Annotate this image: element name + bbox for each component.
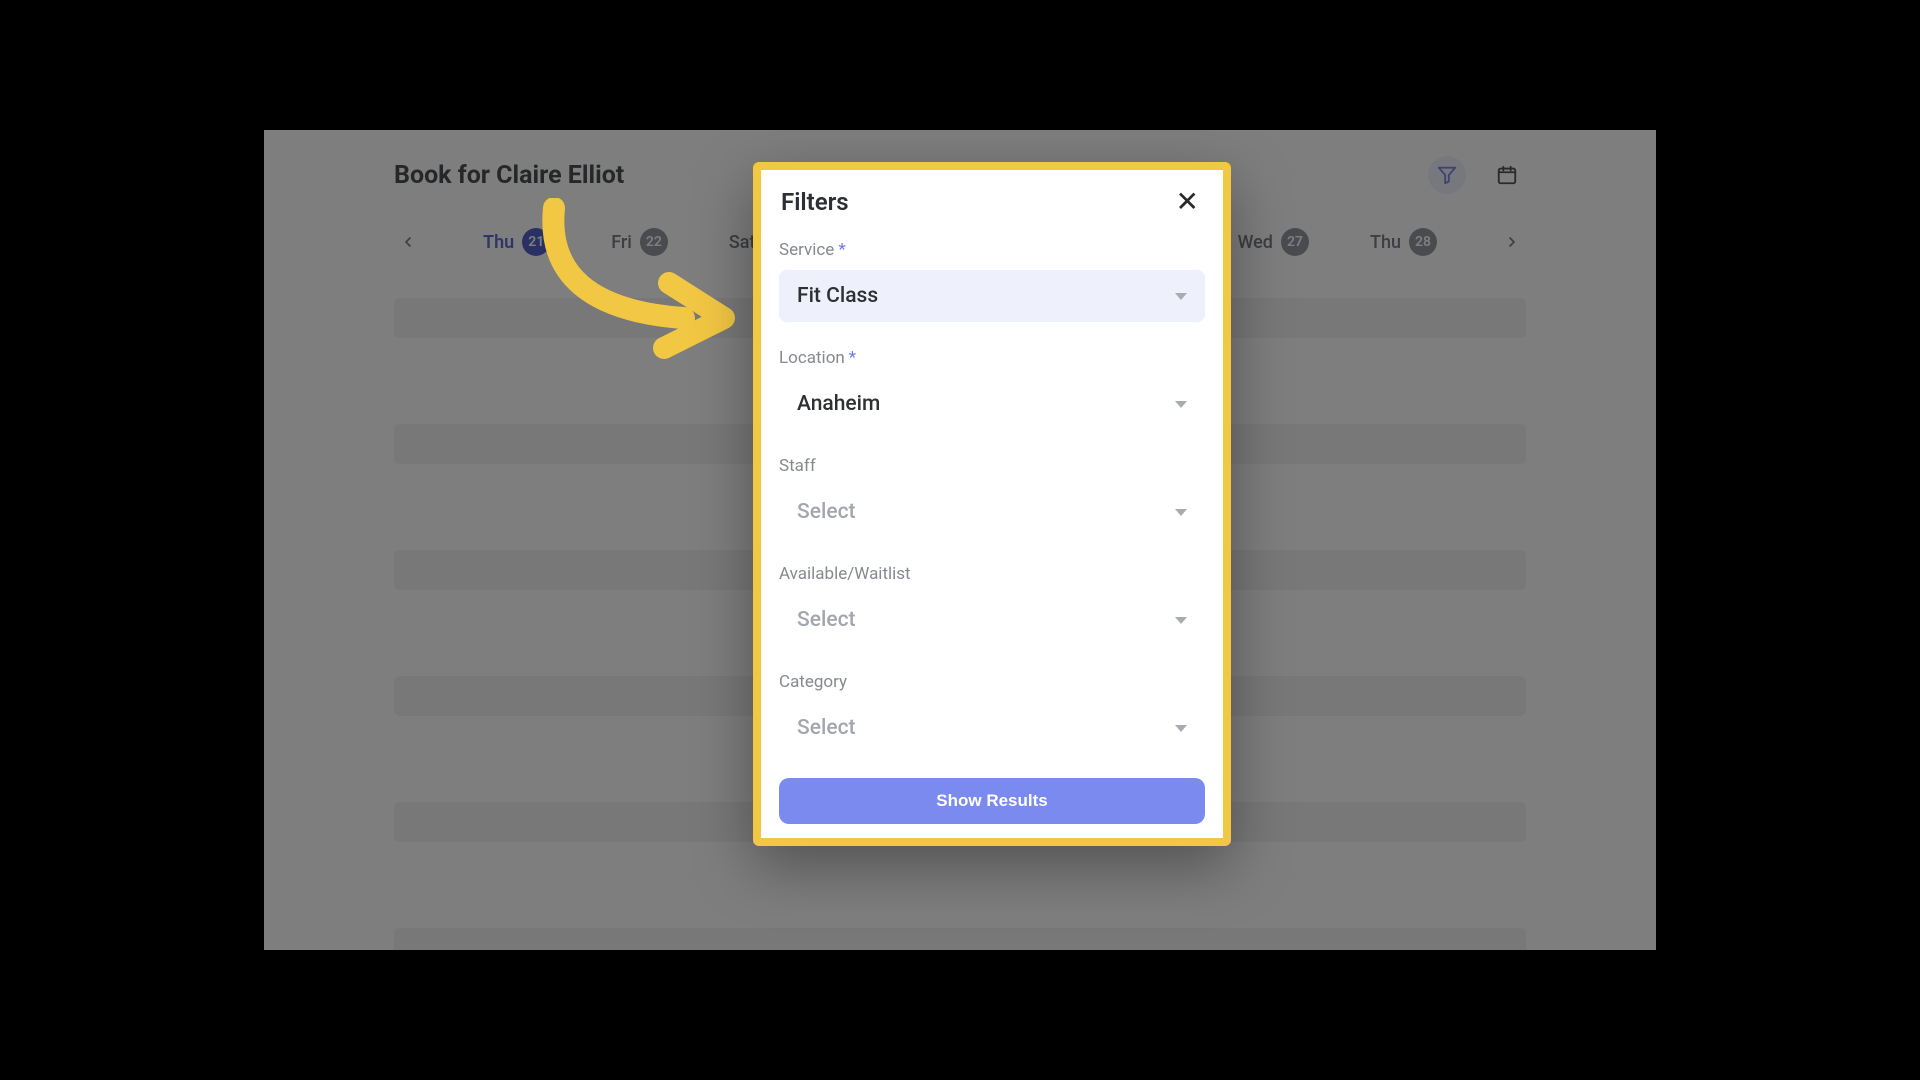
label-text: Available/Waitlist [779,564,911,584]
modal-header: Filters ✕ [779,178,1205,230]
field-label: Staff [779,456,1205,476]
required-star: * [849,348,856,368]
show-results-button[interactable]: Show Results [779,778,1205,824]
chevron-down-icon [1175,617,1187,624]
filters-modal: Filters ✕ Service * Fit Class [753,162,1231,846]
screen: Book for Claire Elliot [264,130,1656,950]
device-frame: Book for Claire Elliot [232,130,1688,950]
field-location: Location * Anaheim [779,348,1205,430]
select-value: Fit Class [797,284,878,308]
field-staff: Staff Select [779,456,1205,538]
staff-select[interactable]: Select [779,486,1205,538]
close-icon: ✕ [1176,186,1199,217]
field-label: Available/Waitlist [779,564,1205,584]
letterbox [1656,130,1688,950]
modal-title: Filters [781,188,849,216]
letterbox [232,130,264,950]
field-label: Location * [779,348,1205,368]
field-category: Category Select [779,672,1205,754]
select-value: Anaheim [797,392,880,416]
availability-select[interactable]: Select [779,594,1205,646]
field-label: Category [779,672,1205,692]
location-select[interactable]: Anaheim [779,378,1205,430]
category-select[interactable]: Select [779,702,1205,754]
select-placeholder: Select [797,500,856,524]
label-text: Staff [779,456,816,476]
chevron-down-icon [1175,725,1187,732]
field-availability: Available/Waitlist Select [779,564,1205,646]
required-star: * [838,240,845,260]
label-text: Service [779,240,834,260]
close-button[interactable]: ✕ [1172,184,1203,220]
chevron-down-icon [1175,401,1187,408]
select-placeholder: Select [797,716,856,740]
field-label: Service * [779,240,1205,260]
chevron-down-icon [1175,293,1187,300]
field-service: Service * Fit Class [779,240,1205,322]
service-select[interactable]: Fit Class [779,270,1205,322]
label-text: Location [779,348,845,368]
label-text: Category [779,672,847,692]
chevron-down-icon [1175,509,1187,516]
select-placeholder: Select [797,608,856,632]
